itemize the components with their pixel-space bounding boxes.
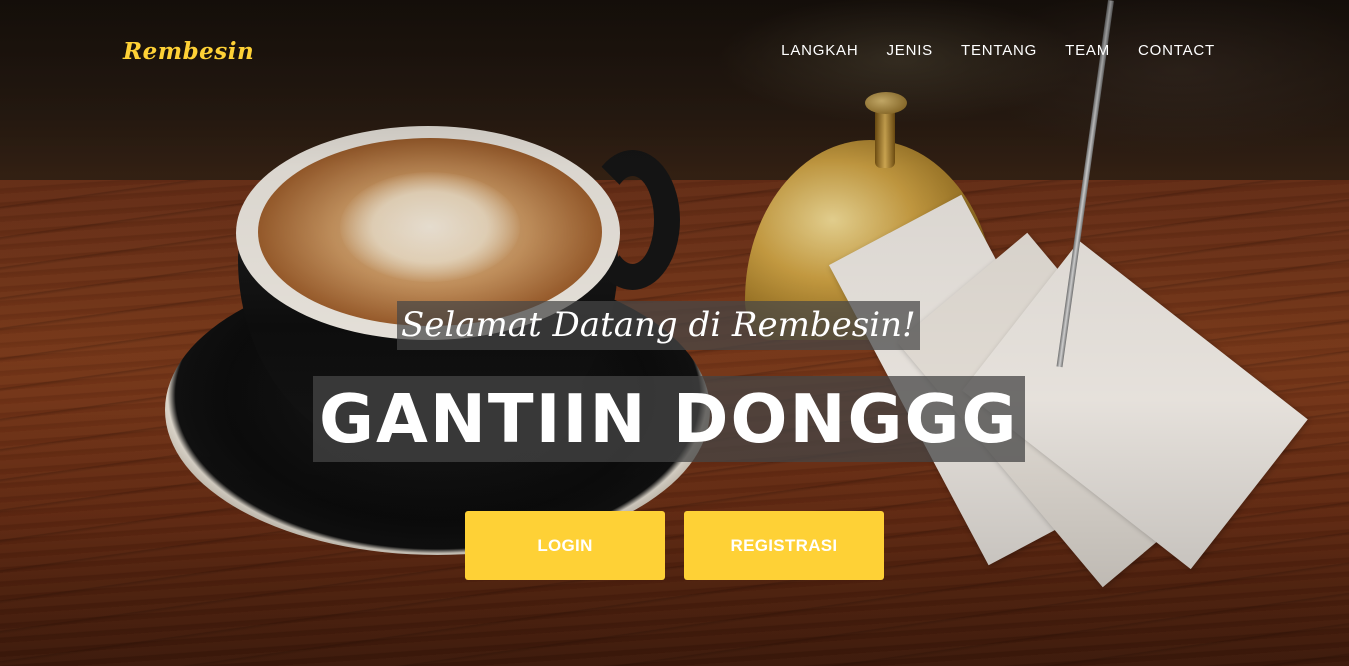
nav-link-team[interactable]: TEAM bbox=[1065, 42, 1110, 59]
nav-link-tentang[interactable]: TENTANG bbox=[961, 42, 1037, 59]
register-button[interactable]: REGISTRASI bbox=[684, 511, 884, 580]
nav-item-contact: CONTACT bbox=[1138, 42, 1215, 60]
nav-link-contact[interactable]: CONTACT bbox=[1138, 42, 1215, 59]
main-navigation: LANGKAH JENIS TENTANG TEAM CONTACT bbox=[781, 42, 1215, 60]
hero-section: Rembesin LANGKAH JENIS TENTANG TEAM CONT… bbox=[0, 0, 1349, 666]
nav-link-langkah[interactable]: LANGKAH bbox=[781, 42, 858, 59]
nav-link-jenis[interactable]: JENIS bbox=[886, 42, 933, 59]
nav-item-jenis: JENIS bbox=[886, 42, 933, 60]
login-button[interactable]: LOGIN bbox=[465, 511, 665, 580]
nav-item-tentang: TENTANG bbox=[961, 42, 1037, 60]
nav-item-team: TEAM bbox=[1065, 42, 1110, 60]
brand-logo-link[interactable]: Rembesin bbox=[123, 38, 254, 65]
nav-item-langkah: LANGKAH bbox=[781, 42, 858, 60]
hero-heading: GANTIIN DONGGG bbox=[313, 376, 1025, 462]
hero-lead-text: Selamat Datang di Rembesin! bbox=[397, 301, 920, 350]
